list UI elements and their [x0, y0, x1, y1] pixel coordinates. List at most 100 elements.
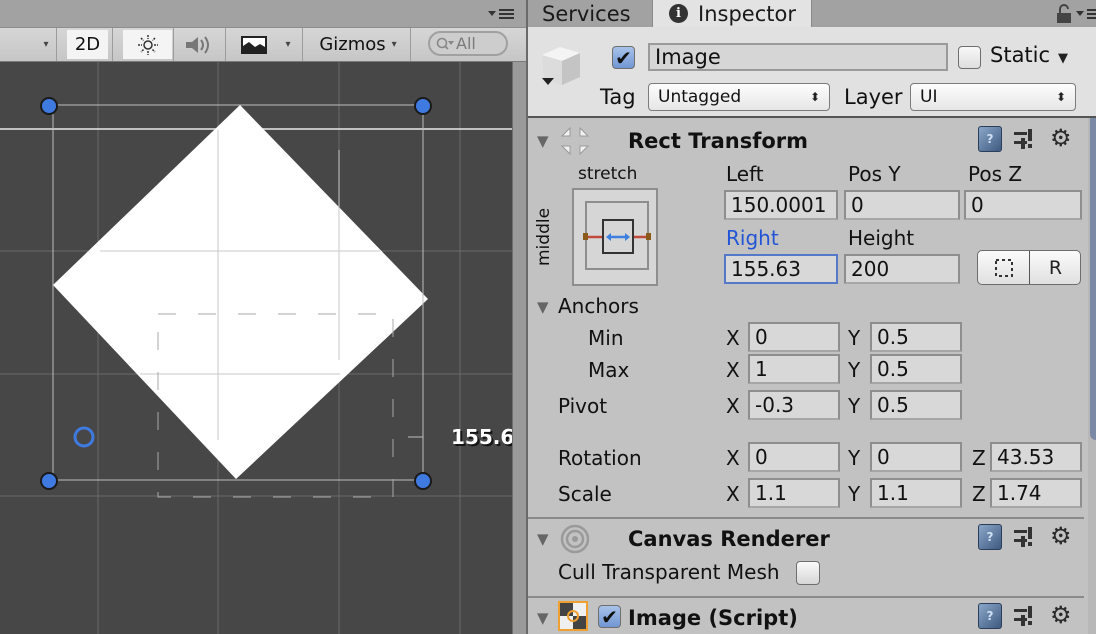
updown-arrows-icon: ⬍	[809, 90, 820, 104]
panel-menu-icon[interactable]	[488, 8, 516, 20]
audio-toggle-button[interactable]	[174, 30, 224, 59]
handle-bottom-right[interactable]	[414, 472, 432, 490]
game-object-name-input[interactable]: Image	[648, 43, 948, 71]
scale-y-input[interactable]: 1.1	[870, 478, 962, 508]
draw-mode-dropdown[interactable]: ▾	[0, 30, 56, 59]
image-rect[interactable]	[53, 105, 428, 479]
rotation-z-input[interactable]: 43.53	[990, 442, 1082, 472]
anchor-max-label: Max	[588, 358, 630, 382]
hierarchy-search-input[interactable]: All	[428, 31, 508, 56]
gizmos-dropdown[interactable]: Gizmos ▾	[310, 30, 406, 59]
scene-panel: ▾ 2D ▾ Gizmos ▾ All 155.6 155.6	[0, 0, 526, 634]
rotation-label: Rotation	[558, 446, 642, 470]
tag-dropdown[interactable]: Untagged ⬍	[648, 83, 830, 111]
image-script-enabled-checkbox[interactable]: ✔	[598, 605, 621, 629]
game-object-cube-icon[interactable]	[540, 45, 584, 89]
tab-services[interactable]: Services	[542, 0, 631, 27]
anchor-preset-icon	[583, 201, 651, 270]
rect-transform-header[interactable]: ▼ Rect Transform ? ⚙	[528, 122, 1084, 156]
search-placeholder: All	[456, 34, 476, 53]
height-label: Height	[848, 226, 915, 250]
pos-z-label: Pos Z	[968, 162, 1023, 186]
cull-transparent-mesh-label: Cull Transparent Mesh	[558, 560, 780, 584]
scale-x-input[interactable]: 1.1	[748, 478, 840, 508]
cull-transparent-mesh-checkbox[interactable]	[796, 561, 820, 585]
foldout-arrow-icon[interactable]: ▼	[537, 530, 549, 548]
image-script-header[interactable]: ▼ ✔ Image (Script) ? ⚙	[528, 599, 1084, 633]
anchor-max-y-input[interactable]: 0.5	[870, 354, 962, 384]
effects-dropdown[interactable]: ▾	[278, 30, 298, 59]
blueprint-mode-button[interactable]	[978, 251, 1030, 284]
pivot-y-input[interactable]: 0.5	[870, 390, 962, 420]
layer-dropdown[interactable]: UI ⬍	[910, 83, 1076, 111]
foldout-arrow-icon[interactable]: ▼	[537, 609, 549, 627]
foldout-arrow-icon[interactable]: ▼	[537, 132, 549, 150]
image-effects-icon	[241, 35, 267, 54]
gear-icon[interactable]: ⚙	[1050, 524, 1072, 548]
panel-menu-icon[interactable]	[1076, 8, 1096, 20]
left-label: Left	[726, 162, 764, 186]
tab-inspector-label: Inspector	[698, 1, 796, 26]
scene-viewport[interactable]: 155.63 155.63	[0, 62, 512, 634]
tab-inspector[interactable]: i Inspector	[652, 0, 812, 27]
rotation-y-input[interactable]: 0	[870, 442, 962, 472]
help-book-icon[interactable]: ?	[978, 524, 1002, 550]
axis-x-label: X	[726, 394, 740, 418]
presets-icon[interactable]	[1012, 604, 1034, 628]
toggle-2d-button[interactable]: 2D	[67, 30, 108, 59]
effects-toggle-button[interactable]	[234, 30, 274, 59]
inspector-scrollbar-thumb[interactable]	[1090, 118, 1096, 440]
handle-bottom-left[interactable]	[40, 472, 58, 490]
right-input[interactable]: 155.63	[724, 254, 838, 284]
axis-y-label: Y	[848, 326, 861, 350]
anchor-min-x-input[interactable]: 0	[748, 322, 840, 352]
help-book-icon[interactable]: ?	[978, 126, 1002, 152]
lock-icon[interactable]	[1056, 4, 1072, 24]
pivot-handle[interactable]	[73, 426, 95, 448]
anchors-label[interactable]: Anchors	[558, 294, 639, 318]
height-input[interactable]: 200	[844, 254, 960, 284]
lighting-toggle-button[interactable]	[123, 30, 172, 59]
tag-value: Untagged	[658, 87, 742, 107]
static-checkbox[interactable]	[958, 46, 981, 69]
dashed-rect-icon	[994, 258, 1013, 277]
scale-z-input[interactable]: 1.74	[990, 478, 1082, 508]
presets-icon[interactable]	[1012, 127, 1034, 151]
left-input[interactable]: 150.0001	[724, 190, 838, 220]
axis-z-label: Z	[972, 446, 986, 470]
anchor-max-x-input[interactable]: 1	[748, 354, 840, 384]
anchors-foldout-icon[interactable]: ▼	[537, 298, 549, 316]
static-dropdown-icon[interactable]: ▼	[1058, 51, 1068, 66]
anchor-min-label: Min	[588, 326, 624, 350]
component-actions: ? ⚙	[974, 524, 1084, 552]
help-book-icon[interactable]: ?	[978, 603, 1002, 629]
axis-y-label: Y	[848, 446, 861, 470]
pos-y-input[interactable]: 0	[844, 190, 960, 220]
handle-top-right[interactable]	[414, 97, 432, 115]
pivot-x-input[interactable]: -0.3	[748, 390, 840, 420]
rotation-x-input[interactable]: 0	[748, 442, 840, 472]
axis-x-label: X	[726, 326, 740, 350]
anchor-min-y-input[interactable]: 0.5	[870, 322, 962, 352]
axis-x-label: X	[726, 482, 740, 506]
rect-transform-icon	[560, 126, 590, 156]
chevron-down-icon: ▾	[285, 39, 291, 50]
anchor-preset-button[interactable]	[572, 188, 658, 286]
scene-scrollbar[interactable]	[512, 62, 526, 634]
scene-canvas[interactable]: 155.63 155.63	[0, 62, 512, 634]
edit-mode-buttons: R	[977, 250, 1081, 285]
axis-x-label: X	[726, 358, 740, 382]
gear-icon[interactable]: ⚙	[1050, 603, 1072, 627]
handle-top-left[interactable]	[40, 97, 58, 115]
presets-icon[interactable]	[1012, 525, 1034, 549]
gear-icon[interactable]: ⚙	[1050, 126, 1072, 150]
component-divider	[528, 596, 1084, 598]
component-actions: ? ⚙	[974, 126, 1084, 154]
image-component-icon	[558, 601, 588, 631]
raw-edit-mode-button[interactable]: R	[1030, 251, 1081, 284]
canvas-renderer-header[interactable]: ▼ Canvas Renderer ? ⚙	[528, 520, 1084, 554]
gizmos-label: Gizmos	[319, 34, 386, 55]
updown-arrows-icon: ⬍	[1055, 90, 1066, 104]
pos-z-input[interactable]: 0	[964, 190, 1082, 220]
active-checkbox[interactable]: ✔	[612, 46, 635, 70]
